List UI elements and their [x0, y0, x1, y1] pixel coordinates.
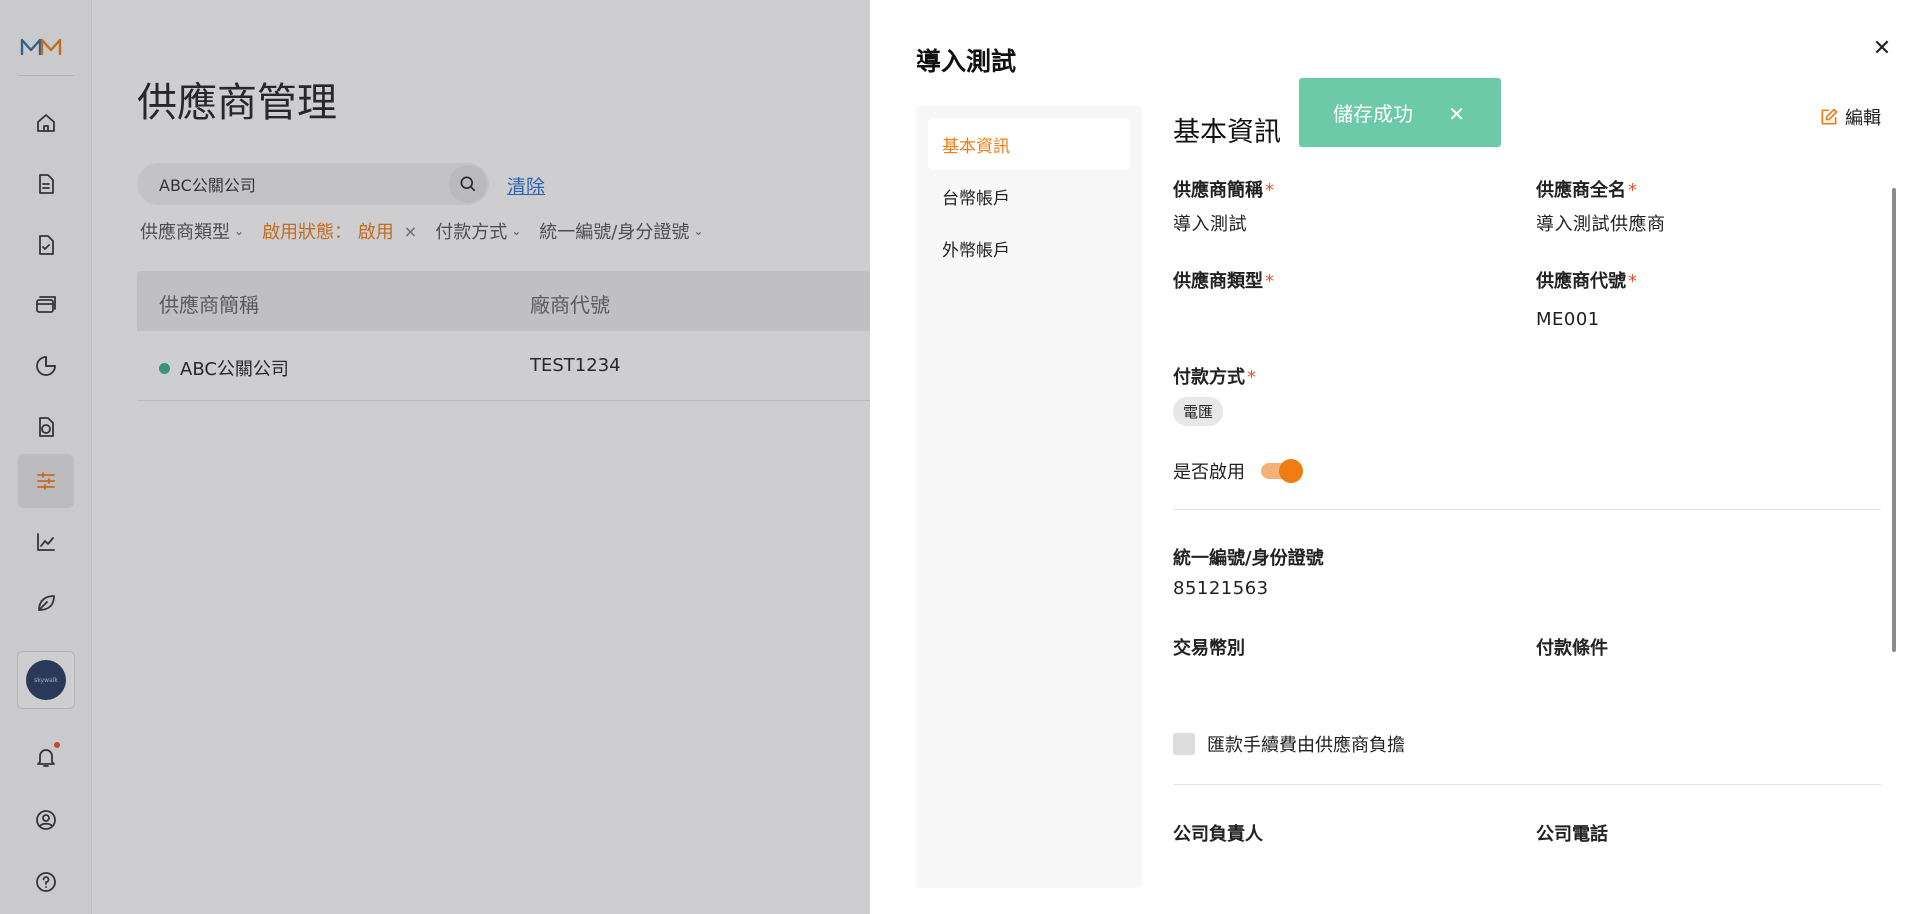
field-label: 是否啟用	[1173, 462, 1245, 483]
modal-overlay[interactable]	[0, 0, 870, 914]
field-full-name: 供應商全名 * 導入測試供應商	[1536, 176, 1666, 236]
field-currency: 交易幣別	[1173, 634, 1245, 660]
field-label: 公司負責人	[1173, 824, 1263, 845]
field-tax-id: 統一編號/身份證號 85121563	[1173, 544, 1324, 599]
field-principal: 公司負責人	[1173, 820, 1263, 846]
edit-icon	[1821, 108, 1838, 125]
fee-checkbox[interactable]	[1173, 733, 1195, 755]
section-divider	[1173, 784, 1881, 785]
field-fee-borne-by-supplier: 匯款手續費由供應商負擔	[1173, 731, 1405, 757]
field-label: 公司電話	[1536, 824, 1608, 845]
edit-button[interactable]: 編輯	[1819, 104, 1881, 130]
field-enabled: 是否啟用	[1173, 458, 1303, 484]
field-company-phone: 公司電話	[1536, 820, 1608, 846]
field-label: 付款條件	[1536, 638, 1608, 659]
tab-foreign-account[interactable]: 外幣帳戶	[928, 222, 1130, 274]
toast-close-icon[interactable]: ✕	[1448, 102, 1465, 126]
checkbox-label: 匯款手續費由供應商負擔	[1207, 735, 1405, 756]
payment-method-chip: 電匯	[1173, 397, 1224, 426]
field-supplier-type: 供應商類型 *	[1173, 267, 1274, 293]
drawer-scrollbar[interactable]	[1892, 188, 1896, 652]
field-supplier-code: 供應商代號 * ME001	[1536, 267, 1637, 330]
field-value: 85121563	[1173, 578, 1269, 599]
field-value: ME001	[1536, 309, 1600, 330]
tab-twd-account[interactable]: 台幣帳戶	[928, 170, 1130, 222]
field-label: 統一編號/身份證號	[1173, 548, 1324, 569]
drawer-title: 導入測試	[916, 47, 1017, 76]
close-icon[interactable]: ✕	[1870, 36, 1894, 61]
field-label: 供應商代號 *	[1536, 271, 1637, 292]
field-label: 付款方式 *	[1173, 367, 1256, 388]
section-title: 基本資訊	[1173, 117, 1281, 148]
tab-basic-info[interactable]: 基本資訊	[928, 118, 1130, 170]
toggle-knob	[1279, 459, 1303, 483]
field-value: 導入測試供應商	[1536, 214, 1666, 235]
toast-message: 儲存成功	[1333, 102, 1413, 126]
field-payment-terms: 付款條件	[1536, 634, 1608, 660]
drawer-tabs: 基本資訊 台幣帳戶 外幣帳戶	[916, 106, 1142, 888]
field-label: 供應商簡稱 *	[1173, 180, 1274, 201]
field-label: 供應商類型 *	[1173, 271, 1274, 292]
field-label: 供應商全名 *	[1536, 180, 1637, 201]
edit-label: 編輯	[1845, 108, 1881, 129]
field-label: 交易幣別	[1173, 638, 1245, 659]
enabled-toggle[interactable]	[1261, 459, 1303, 483]
field-payment-method: 付款方式 * 電匯	[1173, 363, 1256, 426]
success-toast: 儲存成功 ✕	[1299, 78, 1501, 147]
field-short-name: 供應商簡稱 * 導入測試	[1173, 176, 1274, 236]
section-divider	[1173, 509, 1881, 510]
field-value: 導入測試	[1173, 214, 1247, 235]
